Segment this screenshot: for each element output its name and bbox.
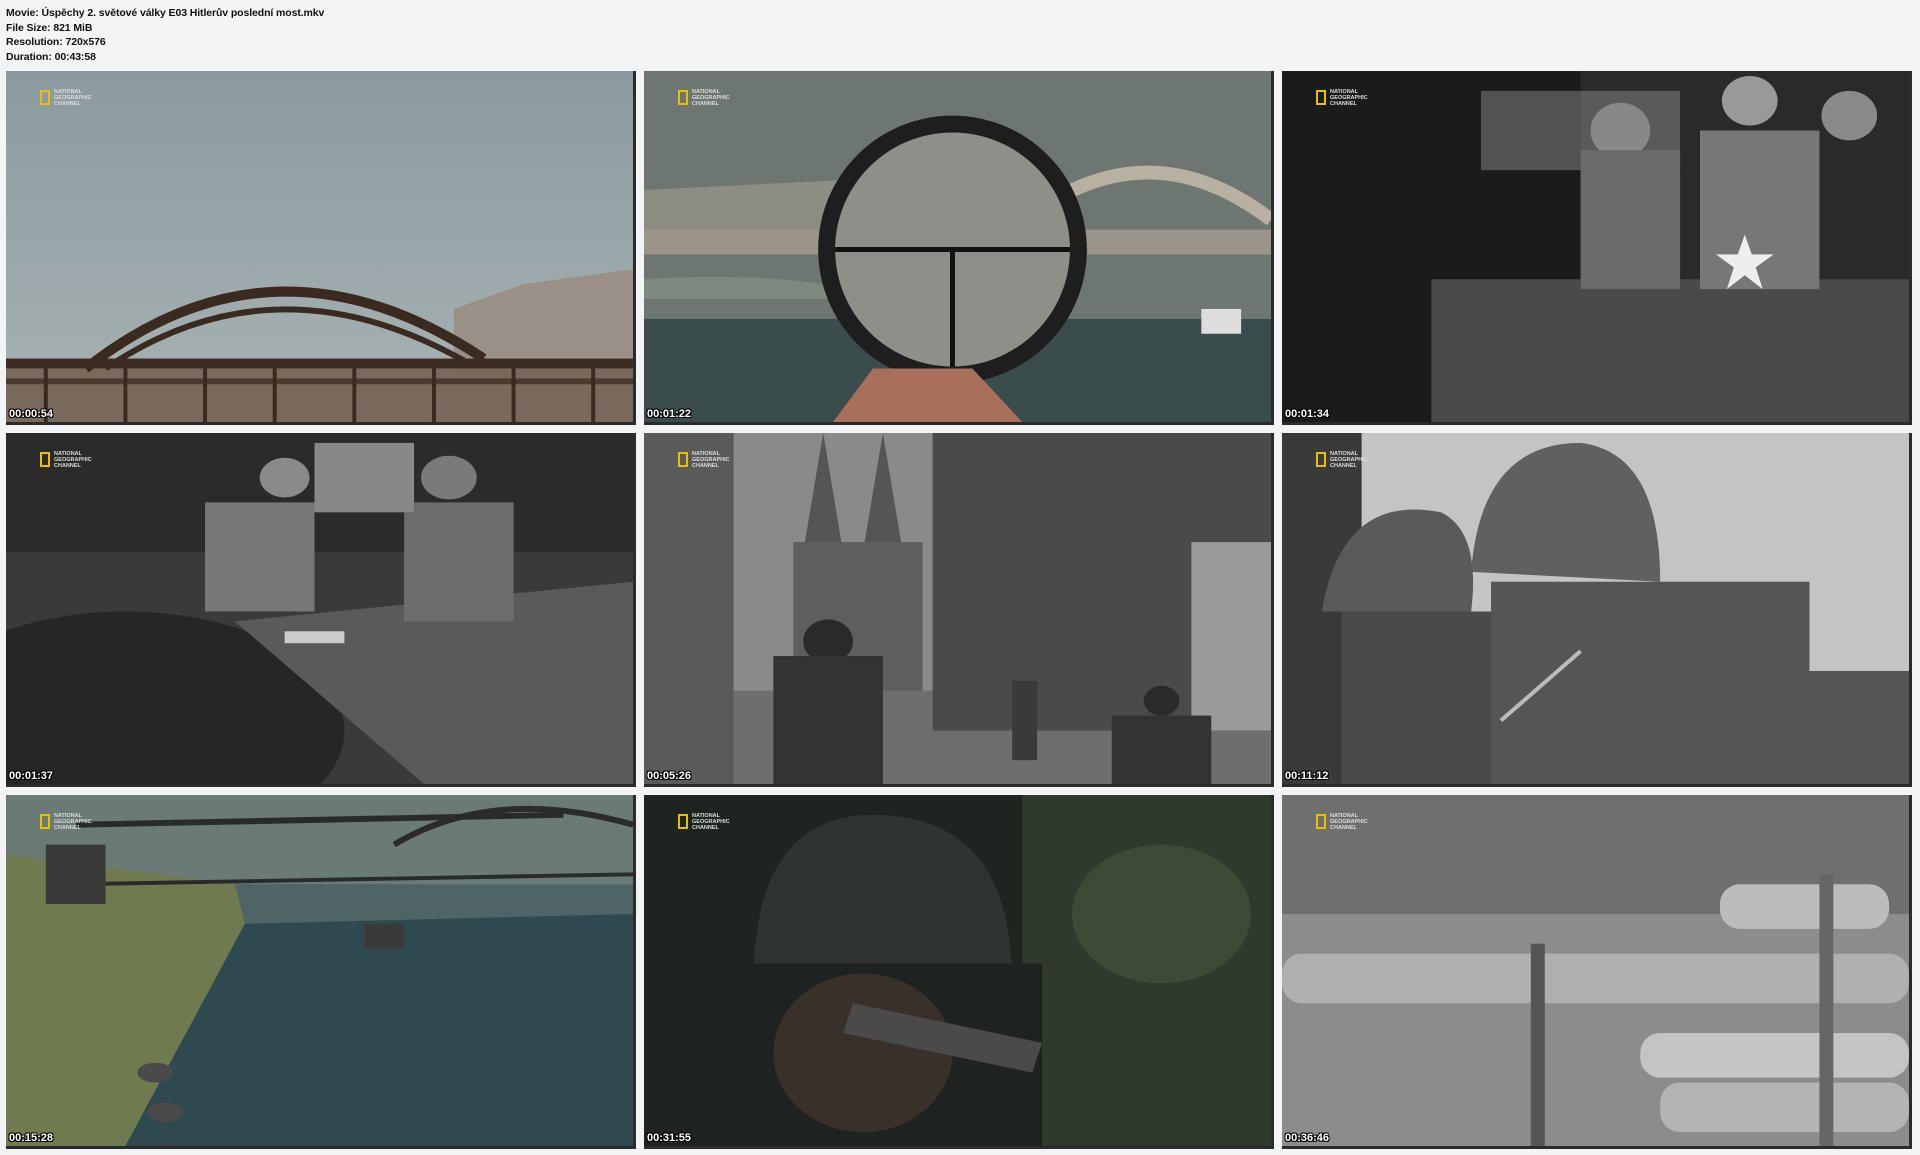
thumbnail-6[interactable]: NATIONAL GEOGRAPHIC CHANNEL 00:11:12 (1282, 433, 1912, 787)
scene-bridge-color-image (6, 71, 633, 422)
file-info: Movie: Úspěchy 2. světové války E03 Hitl… (6, 6, 324, 64)
timestamp: 00:01:37 (9, 770, 54, 782)
timestamp: 00:36:46 (1285, 1132, 1330, 1144)
thumbnail-8[interactable]: NATIONAL GEOGRAPHIC CHANNEL 00:31:55 (644, 795, 1274, 1149)
timestamp: 00:05:26 (647, 770, 692, 782)
scene-soldiers-truck-image (6, 433, 633, 784)
timestamp: 00:31:55 (647, 1132, 692, 1144)
scene-cg-bridge-river-image (6, 795, 633, 1146)
thumbnail-grid: NATIONAL GEOGRAPHIC CHANNEL 00:00:54 NAT… (6, 71, 1912, 1150)
scene-german-soldiers-image (1282, 433, 1909, 784)
thumbnail-1[interactable]: NATIONAL GEOGRAPHIC CHANNEL 00:00:54 (6, 71, 636, 425)
thumbnail-4[interactable]: NATIONAL GEOGRAPHIC CHANNEL 00:01:37 (6, 433, 636, 787)
thumbnail-3[interactable]: NATIONAL GEOGRAPHIC CHANNEL 00:01:34 (1282, 71, 1912, 425)
movie-title: Movie: Úspěchy 2. světové války E03 Hitl… (6, 7, 325, 19)
timestamp: 00:01:34 (1285, 408, 1330, 420)
scene-artillery-gun-image (1282, 795, 1909, 1146)
thumbnail-2[interactable]: NATIONAL GEOGRAPHIC CHANNEL 00:01:22 (644, 71, 1274, 425)
resolution: Resolution: 720x576 (6, 36, 106, 48)
duration: Duration: 00:43:58 (6, 50, 96, 63)
scene-soldier-aiming-image (644, 795, 1271, 1146)
scene-tank-soldiers-image (1282, 71, 1909, 422)
timestamp: 00:11:12 (1285, 770, 1329, 782)
scene-street-cathedral-image (644, 433, 1271, 784)
thumbnail-9[interactable]: NATIONAL GEOGRAPHIC CHANNEL 00:36:46 (1282, 795, 1912, 1149)
thumbnail-7[interactable]: NATIONAL GEOGRAPHIC CHANNEL 00:15:28 (6, 795, 636, 1149)
timestamp: 00:00:54 (9, 408, 54, 420)
thumbnail-5[interactable]: NATIONAL GEOGRAPHIC CHANNEL 00:05:26 (644, 433, 1274, 787)
timestamp: 00:01:22 (647, 408, 692, 420)
scene-scope-bridge-image (644, 71, 1271, 422)
timestamp: 00:15:28 (9, 1132, 54, 1144)
file-size: File Size: 821 MiB (6, 21, 93, 34)
